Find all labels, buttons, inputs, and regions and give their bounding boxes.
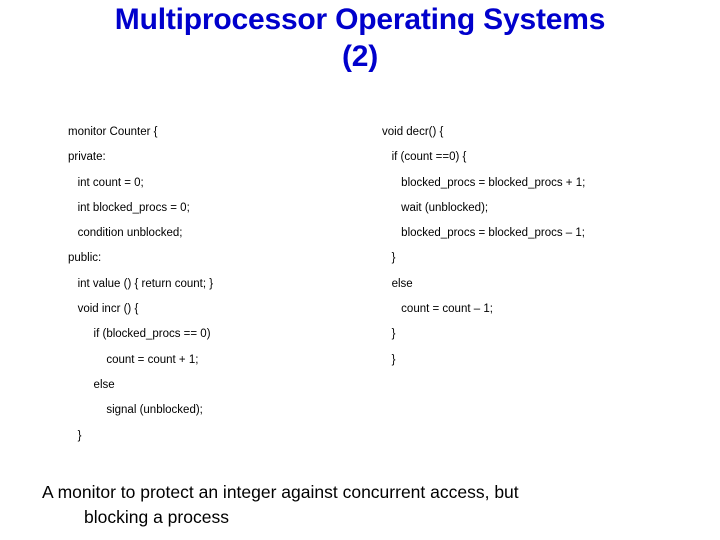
page-title: Multiprocessor Operating Systems (2)	[0, 2, 720, 75]
caption-line-1: A monitor to protect an integer against …	[42, 482, 519, 502]
code-line: else	[68, 378, 115, 391]
code-line: void incr () {	[68, 303, 139, 316]
page-title-line-2: (2)	[341, 39, 379, 73]
code-line: void decr() {	[382, 126, 444, 138]
code-line: count = count – 1;	[382, 303, 493, 316]
code-line: public:	[68, 252, 102, 265]
slide-caption: A monitor to protect an integer against …	[0, 480, 720, 531]
code-line: if (blocked_procs == 0)	[68, 328, 211, 341]
code-line: if (count ==0) {	[382, 151, 467, 164]
code-line: }	[382, 353, 396, 366]
code-line: condition unblocked;	[68, 227, 183, 240]
code-line: private:	[68, 151, 106, 164]
code-line: int blocked_procs = 0;	[68, 201, 190, 214]
code-line: }	[68, 429, 82, 442]
code-block: monitor Counter { private: int count = 0…	[0, 120, 720, 450]
code-line: signal (unblocked);	[68, 404, 203, 417]
code-line: }	[382, 328, 396, 341]
code-line: else	[382, 277, 413, 290]
code-line: wait (unblocked);	[382, 201, 489, 214]
slide: Multiprocessor Operating Systems (2) mon…	[0, 0, 720, 540]
code-line: }	[382, 252, 396, 265]
code-line: monitor Counter {	[68, 126, 158, 138]
code-line: blocked_procs = blocked_procs + 1;	[382, 176, 586, 189]
code-column-right: void decr() { if (count ==0) { blocked_p…	[382, 120, 702, 373]
page-title-line-1: Multiprocessor Operating Systems	[114, 3, 606, 36]
code-line: count = count + 1;	[68, 353, 199, 366]
code-column-left: monitor Counter { private: int count = 0…	[68, 120, 368, 449]
code-line: int value () { return count; }	[68, 277, 214, 290]
caption-line-2: blocking a process	[84, 507, 229, 528]
code-line: int count = 0;	[68, 176, 144, 189]
code-line: blocked_procs = blocked_procs – 1;	[382, 227, 585, 240]
